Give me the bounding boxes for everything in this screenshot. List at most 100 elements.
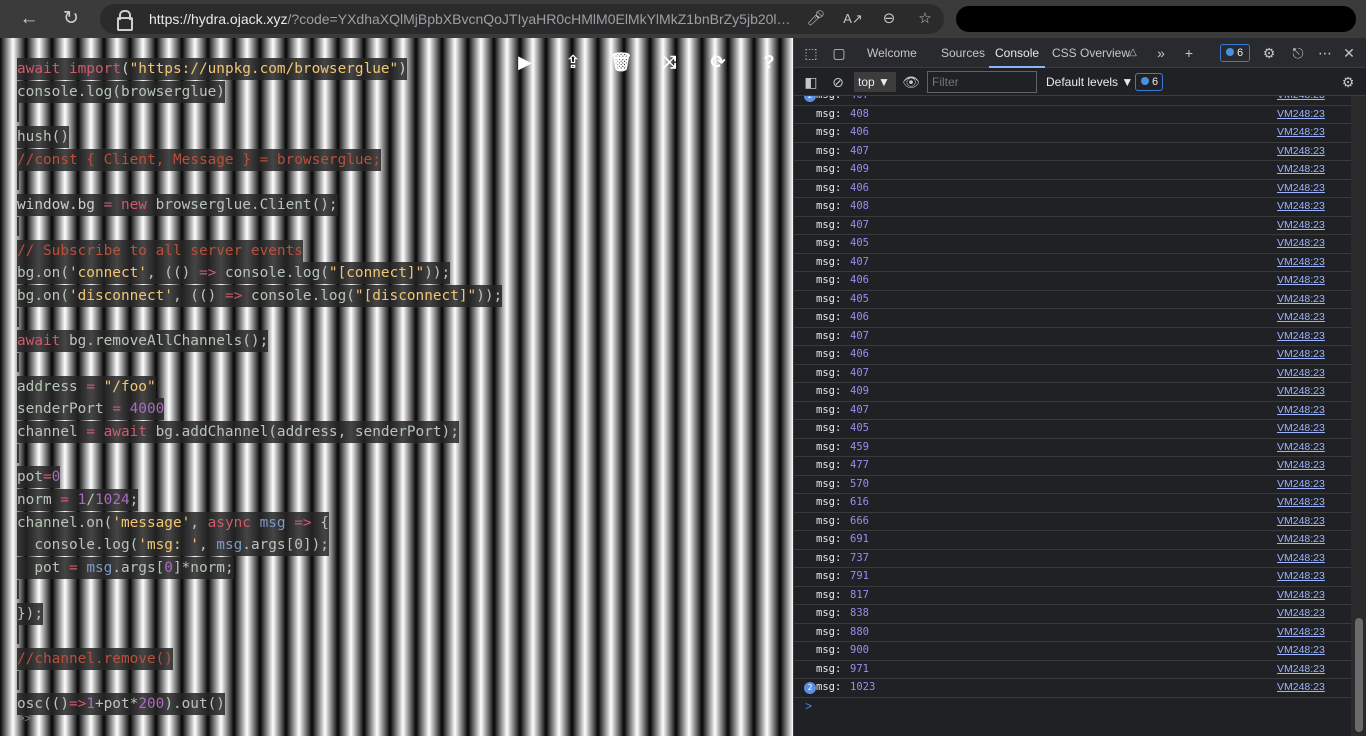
console-message-row[interactable]: 2msg: 407 VM248:23 bbox=[794, 96, 1351, 106]
console-message-row[interactable]: msg: 405 VM248:23 bbox=[794, 291, 1351, 309]
console-message-row[interactable]: msg: 409 VM248:23 bbox=[794, 161, 1351, 180]
code-line[interactable]: hush() bbox=[17, 126, 502, 149]
code-line[interactable]: pot=0 bbox=[17, 466, 502, 489]
source-link[interactable]: VM248:23 bbox=[1277, 256, 1325, 268]
console-message-row[interactable]: msg: 666 VM248:23 bbox=[794, 513, 1351, 531]
console-message-row[interactable]: msg: 407 VM248:23 bbox=[794, 143, 1351, 161]
console-message-row[interactable]: msg: 477 VM248:23 bbox=[794, 457, 1351, 476]
console-message-row[interactable]: msg: 817 VM248:23 bbox=[794, 587, 1351, 605]
context-select[interactable]: top ▼ bbox=[854, 72, 896, 92]
inspect-icon[interactable]: ⬚ bbox=[801, 43, 821, 63]
source-link[interactable]: VM248:23 bbox=[1277, 570, 1325, 582]
console-message-row[interactable]: msg: 791 VM248:23 bbox=[794, 568, 1351, 587]
source-link[interactable]: VM248:23 bbox=[1277, 515, 1325, 527]
source-link[interactable]: VM248:23 bbox=[1277, 163, 1325, 175]
console-message-row[interactable]: msg: 408 VM248:23 bbox=[794, 198, 1351, 217]
console-prompt[interactable]: > bbox=[805, 699, 812, 713]
source-link[interactable]: VM248:23 bbox=[1277, 96, 1325, 101]
code-line[interactable] bbox=[17, 579, 502, 603]
log-levels-dropdown[interactable]: Default levels ▼ bbox=[1046, 72, 1133, 92]
tab-console[interactable]: Console bbox=[989, 38, 1046, 68]
code-line[interactable] bbox=[17, 670, 502, 694]
scrollbar-thumb[interactable] bbox=[1355, 618, 1363, 732]
console-message-row[interactable]: msg: 407 VM248:23 bbox=[794, 402, 1351, 420]
code-line[interactable]: //channel.remove() bbox=[17, 647, 502, 671]
tab-css-overview[interactable]: CSS Overview bbox=[1052, 38, 1130, 68]
device-toggle-icon[interactable]: ▢ bbox=[829, 43, 849, 63]
console-message-row[interactable]: msg: 407 VM248:23 bbox=[794, 365, 1351, 383]
source-link[interactable]: VM248:23 bbox=[1277, 219, 1325, 231]
console-message-row[interactable]: msg: 406 VM248:23 bbox=[794, 272, 1351, 291]
console-message-row[interactable]: msg: 407 VM248:23 bbox=[794, 254, 1351, 272]
source-link[interactable]: VM248:23 bbox=[1277, 441, 1325, 453]
code-line[interactable]: }); bbox=[17, 602, 502, 626]
console-scrollbar[interactable] bbox=[1351, 96, 1366, 736]
code-line[interactable]: console.log(browserglue) bbox=[17, 80, 502, 104]
microphone-icon[interactable]: 🎤︎ bbox=[803, 6, 829, 32]
code-line[interactable]: bg.on('disconnect', (() => console.log("… bbox=[17, 284, 503, 308]
source-link[interactable]: VM248:23 bbox=[1277, 663, 1325, 675]
console-message-row[interactable]: msg: 406 VM248:23 bbox=[794, 124, 1351, 143]
console-message-row[interactable]: msg: 407 VM248:23 bbox=[794, 328, 1351, 346]
read-aloud-icon[interactable]: A↗ bbox=[840, 6, 866, 32]
code-line[interactable] bbox=[17, 171, 502, 194]
console-message-row[interactable]: msg: 406 VM248:23 bbox=[794, 309, 1351, 328]
source-link[interactable]: VM248:23 bbox=[1277, 607, 1325, 619]
levels-issues-badge[interactable]: 6 bbox=[1135, 73, 1163, 91]
console-message-row[interactable]: msg: 737 VM248:23 bbox=[794, 550, 1351, 568]
filter-input[interactable] bbox=[927, 71, 1037, 93]
source-link[interactable]: VM248:23 bbox=[1277, 367, 1325, 379]
add-tab-icon[interactable]: + bbox=[1179, 43, 1199, 63]
code-editor[interactable]: await import("https://unpkg.com/browserg… bbox=[17, 58, 503, 716]
code-line[interactable] bbox=[17, 352, 502, 376]
upload-icon[interactable]: ⇪ bbox=[560, 50, 586, 74]
tab-sources[interactable]: Sources bbox=[941, 38, 985, 68]
console-message-row[interactable]: msg: 405 VM248:23 bbox=[794, 420, 1351, 439]
source-link[interactable]: VM248:23 bbox=[1277, 478, 1325, 490]
code-line[interactable]: channel = await bg.addChannel(address, s… bbox=[17, 421, 502, 444]
issues-badge[interactable]: 6 bbox=[1220, 44, 1250, 62]
console-message-row[interactable]: msg: 691 VM248:23 bbox=[794, 531, 1351, 550]
code-line[interactable] bbox=[17, 443, 502, 467]
source-link[interactable]: VM248:23 bbox=[1277, 274, 1325, 286]
zoom-out-icon[interactable]: ⊖ bbox=[876, 6, 902, 32]
hydra-canvas[interactable]: await import("https://unpkg.com/browserg… bbox=[0, 38, 793, 736]
console-output[interactable]: 2msg:407VM248:23msg:408VM248:23msg:406VM… bbox=[794, 96, 1351, 736]
source-link[interactable]: VM248:23 bbox=[1277, 496, 1325, 508]
console-message-row[interactable]: msg: 408 VM248:23 bbox=[794, 106, 1351, 124]
source-link[interactable]: VM248:23 bbox=[1277, 681, 1325, 693]
source-link[interactable]: VM248:23 bbox=[1277, 552, 1325, 564]
console-message-row[interactable]: msg: 409 VM248:23 bbox=[794, 383, 1351, 402]
code-line[interactable]: channel.on('message', async msg => { bbox=[17, 511, 502, 535]
source-link[interactable]: VM248:23 bbox=[1277, 237, 1325, 249]
source-link[interactable]: VM248:23 bbox=[1277, 126, 1325, 138]
source-link[interactable]: VM248:23 bbox=[1277, 422, 1325, 434]
code-line[interactable]: pot = msg.args[0]*norm; bbox=[17, 557, 502, 580]
connect-icon[interactable]: ⎋ bbox=[1288, 43, 1308, 63]
source-link[interactable]: VM248:23 bbox=[1277, 330, 1325, 342]
console-message-row[interactable]: msg: 616 VM248:23 bbox=[794, 494, 1351, 513]
sidebar-toggle-icon[interactable]: ◧ bbox=[801, 72, 821, 92]
back-icon[interactable]: ← bbox=[14, 4, 44, 34]
code-line[interactable] bbox=[17, 625, 502, 648]
code-line[interactable]: bg.on('connect', (() => console.log("[co… bbox=[17, 262, 502, 285]
console-message-row[interactable]: msg: 459 VM248:23 bbox=[794, 439, 1351, 457]
console-message-row[interactable]: msg: 405 VM248:23 bbox=[794, 235, 1351, 254]
shuffle-icon[interactable]: ⤨ bbox=[656, 50, 682, 74]
code-line[interactable] bbox=[17, 216, 502, 240]
source-link[interactable]: VM248:23 bbox=[1277, 293, 1325, 305]
address-bar[interactable]: https://hydra.ojack.xyz/?code=YXdhaXQlMj… bbox=[100, 4, 944, 34]
source-link[interactable]: VM248:23 bbox=[1277, 385, 1325, 397]
code-line[interactable]: await bg.removeAllChannels(); bbox=[17, 330, 502, 353]
code-line[interactable]: await import("https://unpkg.com/browserg… bbox=[17, 58, 502, 81]
source-link[interactable]: VM248:23 bbox=[1277, 626, 1325, 638]
close-icon[interactable]: ✕ bbox=[1339, 43, 1359, 63]
code-line[interactable]: window.bg = new browserglue.Client(); bbox=[17, 194, 502, 217]
play-icon[interactable]: ▶ bbox=[512, 50, 538, 74]
code-line[interactable] bbox=[17, 307, 502, 331]
code-line[interactable]: console.log('msg: ', msg.args[0]); bbox=[17, 534, 502, 557]
console-message-row[interactable]: 2 msg: 1023 VM248:23 bbox=[794, 679, 1351, 698]
code-line[interactable]: address = "/foo" bbox=[17, 375, 502, 399]
remix-icon[interactable]: ⟳ bbox=[705, 50, 731, 74]
tab-welcome[interactable]: Welcome bbox=[867, 38, 917, 68]
